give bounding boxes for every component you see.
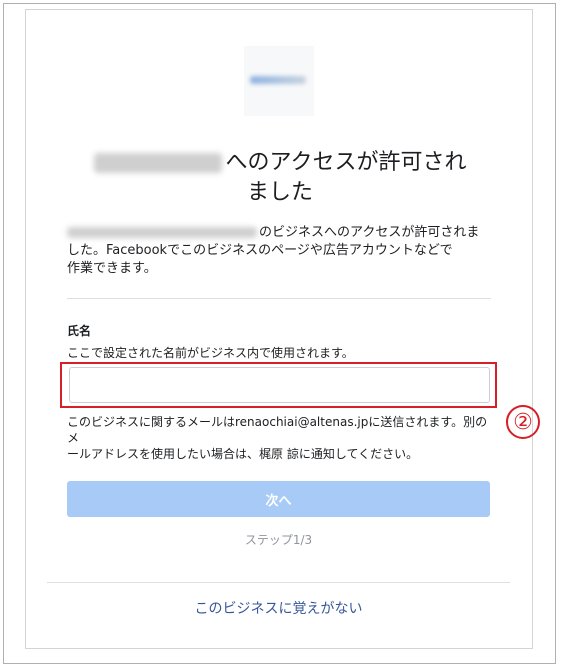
page-title: へのアクセスが許可され ました [60, 148, 500, 208]
email-note-line-2: ールアドレスを使用したい場合は、梶原 諒に通知してください。 [67, 447, 419, 461]
not-recognize-business-link[interactable]: このビジネスに覚えがない [47, 598, 510, 618]
desc-line-1-text: のビジネスへのアクセスが許可されま [259, 225, 480, 240]
title-line-1-text: へのアクセスが許可され [225, 150, 467, 175]
annotation-marker: ② [506, 405, 540, 439]
footer-divider [47, 582, 510, 583]
redacted-inviter-name [67, 227, 257, 238]
email-note-line-1: このビジネスに関するメールはrenaochiai@altenas.jpに送信され… [67, 415, 488, 445]
annotation-highlight-box [60, 362, 497, 408]
name-helper-text: ここで設定された名前がビジネス内で使用されます。 [67, 346, 354, 360]
desc-line-1: のビジネスへのアクセスが許可されま [67, 224, 497, 242]
next-button[interactable]: 次へ [67, 481, 490, 517]
title-line-2: ました [246, 180, 313, 205]
title-line-1: へのアクセスが許可され [60, 148, 500, 178]
email-note: このビジネスに関するメールはrenaochiai@altenas.jpに送信され… [67, 414, 497, 462]
desc-line-3: 作業できます。 [67, 261, 157, 276]
redacted-business-name [93, 153, 222, 173]
logo-blurred-text [250, 76, 306, 84]
step-indicator: ステップ1/3 [244, 533, 313, 547]
name-label: 氏名 [67, 324, 92, 338]
access-description: のビジネスへのアクセスが許可されま した。Facebookでこのビジネスのページ… [67, 224, 497, 278]
desc-line-2: した。Facebookでこのビジネスのページや広告アカウントなどで [67, 243, 453, 258]
business-logo [244, 46, 314, 116]
section-divider [67, 298, 491, 299]
